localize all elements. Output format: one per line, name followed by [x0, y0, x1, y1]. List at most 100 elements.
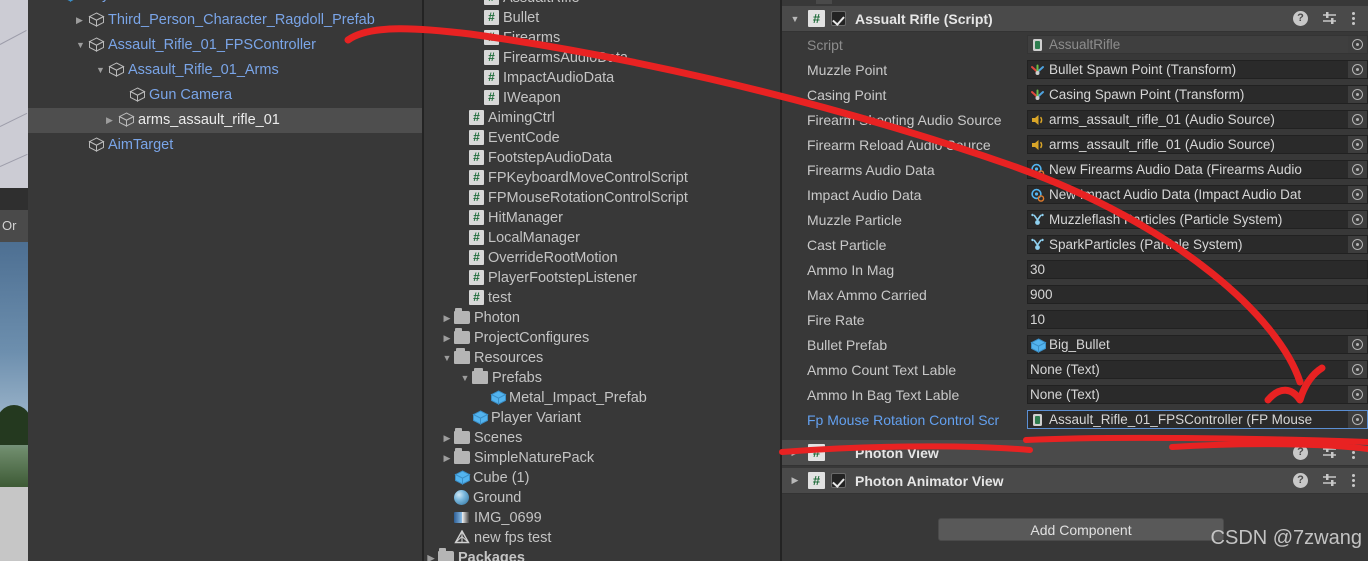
disclosure-triangle-icon[interactable]: ▶: [440, 308, 454, 328]
object-picker-icon[interactable]: [1348, 36, 1367, 53]
object-picker-icon[interactable]: [1348, 86, 1367, 103]
disclosure-triangle-icon[interactable]: ▶: [455, 228, 469, 248]
disclosure-triangle-icon[interactable]: ▶: [470, 88, 484, 108]
chevron-right-icon[interactable]: ▶: [782, 447, 808, 458]
disclosure-triangle-icon[interactable]: ▶: [455, 188, 469, 208]
project-item-overriderootmotion[interactable]: ▶ OverrideRootMotion: [424, 248, 780, 268]
component-header-assault-rifle[interactable]: ▼ Assualt Rifle (Script) ?: [782, 6, 1368, 32]
hierarchy-item-arms-assault-rifle-01[interactable]: ▶ arms_assault_rifle_01: [28, 108, 422, 133]
project-item-footstepaudiodata[interactable]: ▶ FootstepAudioData: [424, 148, 780, 168]
chevron-right-icon[interactable]: ▶: [782, 475, 808, 486]
project-item-new-fps-test[interactable]: ▶ new fps test: [424, 528, 780, 548]
project-item-firearmsaudiodata[interactable]: ▶ FirearmsAudioData: [424, 48, 780, 68]
project-item-aimingctrl[interactable]: ▶ AimingCtrl: [424, 108, 780, 128]
disclosure-triangle-icon[interactable]: ▶: [455, 168, 469, 188]
preset-icon[interactable]: [1322, 11, 1338, 26]
property-value-field[interactable]: None (Text): [1027, 385, 1368, 404]
project-item-firearms[interactable]: ▶ Firearms: [424, 28, 780, 48]
property-value-field[interactable]: 10: [1027, 310, 1368, 329]
project-item-fpkeyboardmovecontrolscript[interactable]: ▶ FPKeyboardMoveControlScript: [424, 168, 780, 188]
chevron-down-icon[interactable]: ▼: [782, 14, 808, 24]
object-picker-icon[interactable]: [1348, 136, 1367, 153]
disclosure-triangle-icon[interactable]: ▼: [50, 0, 62, 8]
more-options-icon[interactable]: [1352, 11, 1356, 26]
disclosure-triangle-icon[interactable]: ▼: [96, 58, 108, 83]
disclosure-triangle-icon[interactable]: ▶: [76, 8, 88, 33]
property-value-field[interactable]: arms_assault_rifle_01 (Audio Source): [1027, 110, 1368, 129]
disclosure-triangle-icon[interactable]: ▶: [455, 288, 469, 308]
disclosure-triangle-icon[interactable]: ▶: [470, 68, 484, 88]
property-value-field[interactable]: 30: [1027, 260, 1368, 279]
project-item-packages[interactable]: ▶ Packages: [424, 548, 780, 561]
object-picker-icon[interactable]: [1348, 411, 1367, 428]
project-item-projectconfigures[interactable]: ▶ ProjectConfigures: [424, 328, 780, 348]
disclosure-triangle-icon[interactable]: ▶: [440, 448, 454, 468]
project-item-hitmanager[interactable]: ▶ HitManager: [424, 208, 780, 228]
more-options-icon[interactable]: [1352, 473, 1356, 488]
disclosure-triangle-icon[interactable]: ▶: [455, 268, 469, 288]
disclosure-triangle-icon[interactable]: ▼: [440, 348, 454, 368]
object-picker-icon[interactable]: [1348, 386, 1367, 403]
project-item-img-0699[interactable]: ▶ IMG_0699: [424, 508, 780, 528]
disclosure-triangle-icon[interactable]: ▶: [470, 0, 484, 8]
disclosure-triangle-icon[interactable]: ▶: [117, 83, 129, 108]
disclosure-triangle-icon[interactable]: ▶: [440, 468, 454, 488]
hierarchy-item-aimtarget[interactable]: ▶ AimTarget: [28, 133, 422, 158]
component-header-photon-animator-view[interactable]: ▶ Photon Animator View?: [782, 468, 1368, 494]
project-item-playerfootsteplistener[interactable]: ▶ PlayerFootstepListener: [424, 268, 780, 288]
disclosure-triangle-icon[interactable]: ▶: [470, 48, 484, 68]
hierarchy-item-player-variant[interactable]: ▼ Player Variant: [28, 0, 422, 8]
preset-icon[interactable]: [1322, 445, 1338, 460]
disclosure-triangle-icon[interactable]: ▶: [455, 148, 469, 168]
add-component-button[interactable]: Add Component: [938, 518, 1224, 541]
project-item-fpmouserotationcontrolscript[interactable]: ▶ FPMouseRotationControlScript: [424, 188, 780, 208]
disclosure-triangle-icon[interactable]: ▶: [440, 488, 454, 508]
disclosure-triangle-icon[interactable]: ▶: [458, 408, 472, 428]
project-item-scenes[interactable]: ▶ Scenes: [424, 428, 780, 448]
disclosure-triangle-icon[interactable]: ▶: [76, 133, 88, 158]
hierarchy-item-assault-rifle-01-arms[interactable]: ▼ Assault_Rifle_01_Arms: [28, 58, 422, 83]
project-item-test[interactable]: ▶ test: [424, 288, 780, 308]
project-item-prefabs[interactable]: ▼ Prefabs: [424, 368, 780, 388]
disclosure-triangle-icon[interactable]: ▶: [476, 388, 490, 408]
disclosure-triangle-icon[interactable]: ▶: [440, 428, 454, 448]
object-picker-icon[interactable]: [1348, 211, 1367, 228]
project-item-cube-1[interactable]: ▶ Cube (1): [424, 468, 780, 488]
property-value-field[interactable]: arms_assault_rifle_01 (Audio Source): [1027, 135, 1368, 154]
help-icon[interactable]: ?: [1293, 11, 1308, 26]
property-value-field[interactable]: Assault_Rifle_01_FPSController (FP Mouse: [1027, 410, 1368, 429]
project-item-assualtrifle[interactable]: ▶ AssualtRifle: [424, 0, 780, 8]
property-value-field[interactable]: 900: [1027, 285, 1368, 304]
property-value-field[interactable]: Big_Bullet: [1027, 335, 1368, 354]
project-item-bullet[interactable]: ▶ Bullet: [424, 8, 780, 28]
hierarchy-item-third-person-character-ragdoll-prefab[interactable]: ▶ Third_Person_Character_Ragdoll_Prefab: [28, 8, 422, 33]
disclosure-triangle-icon[interactable]: ▶: [424, 548, 438, 561]
project-panel[interactable]: ▶ AssualtRifle ▶ Bullet ▶ Firearms ▶ FirearmsAu…: [424, 0, 780, 561]
disclosure-triangle-icon[interactable]: ▶: [440, 508, 454, 528]
disclosure-triangle-icon[interactable]: ▶: [470, 28, 484, 48]
object-picker-icon[interactable]: [1348, 336, 1367, 353]
property-value-field[interactable]: New Impact Audio Data (Impact Audio Dat: [1027, 185, 1368, 204]
project-item-player-variant[interactable]: ▶ Player Variant: [424, 408, 780, 428]
object-picker-icon[interactable]: [1348, 111, 1367, 128]
hierarchy-item-gun-camera[interactable]: ▶ Gun Camera: [28, 83, 422, 108]
disclosure-triangle-icon[interactable]: ▶: [106, 108, 118, 133]
disclosure-triangle-icon[interactable]: ▼: [458, 368, 472, 388]
project-item-localmanager[interactable]: ▶ LocalManager: [424, 228, 780, 248]
object-picker-icon[interactable]: [1348, 361, 1367, 378]
property-value-field[interactable]: Bullet Spawn Point (Transform): [1027, 60, 1368, 79]
disclosure-triangle-icon[interactable]: ▶: [440, 528, 454, 548]
hierarchy-item-assault-rifle-01-fpscontroller[interactable]: ▼ Assault_Rifle_01_FPSController: [28, 33, 422, 58]
property-value-field[interactable]: New Firearms Audio Data (Firearms Audio: [1027, 160, 1368, 179]
object-picker-icon[interactable]: [1348, 186, 1367, 203]
property-value-field[interactable]: None (Text): [1027, 360, 1368, 379]
project-item-photon[interactable]: ▶ Photon: [424, 308, 780, 328]
disclosure-triangle-icon[interactable]: ▶: [440, 328, 454, 348]
object-picker-icon[interactable]: [1348, 161, 1367, 178]
object-picker-icon[interactable]: [1348, 61, 1367, 78]
help-icon[interactable]: ?: [1293, 445, 1308, 460]
disclosure-triangle-icon[interactable]: ▶: [470, 8, 484, 28]
property-value-field[interactable]: SparkParticles (Particle System): [1027, 235, 1368, 254]
preset-icon[interactable]: [1322, 473, 1338, 488]
disclosure-triangle-icon[interactable]: ▼: [76, 33, 88, 58]
